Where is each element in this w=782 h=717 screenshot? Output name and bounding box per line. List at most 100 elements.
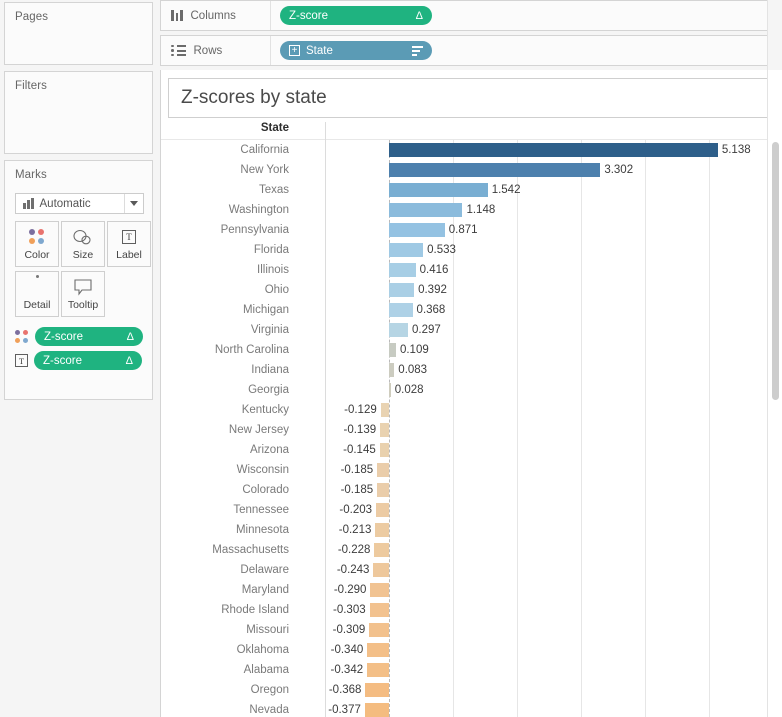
bar-row-label[interactable]: Ohio [161,280,289,300]
bar-row-label[interactable]: California [161,140,289,160]
bar-row-label[interactable]: Virginia [161,320,289,340]
bar-row[interactable]: California 5.138 [161,140,782,160]
bar-row[interactable]: Virginia 0.297 [161,320,782,340]
bar-row[interactable]: Minnesota -0.213 [161,520,782,540]
mark-type-dropdown[interactable]: Automatic [15,193,144,214]
bar-row-label[interactable]: Missouri [161,620,289,640]
bar-row[interactable]: Missouri -0.309 [161,620,782,640]
bar[interactable] [365,683,389,697]
bar[interactable] [389,323,408,337]
bar[interactable] [389,263,416,277]
bar-row[interactable]: Ohio 0.392 [161,280,782,300]
marks-pill-zscore-label[interactable]: Z-score Δ [34,351,142,370]
rows-pill-state[interactable]: + State [280,41,432,60]
bar-row-label[interactable]: Texas [161,180,289,200]
rows-pill-area[interactable]: + State [271,41,432,60]
columns-pill-area[interactable]: Z-score Δ [271,6,432,25]
plus-box-icon[interactable]: + [289,45,300,56]
bar[interactable] [389,303,413,317]
bar-row-label[interactable]: New York [161,160,289,180]
bar-row[interactable]: Michigan 0.368 [161,300,782,320]
bar-row[interactable]: Texas 1.542 [161,180,782,200]
bar[interactable] [379,443,389,457]
chevron-down-icon[interactable] [124,194,143,213]
columns-pill-zscore[interactable]: Z-score Δ [280,6,432,25]
bar[interactable] [389,183,488,197]
bar[interactable] [380,423,389,437]
bar-row[interactable]: New Jersey -0.139 [161,420,782,440]
bar[interactable] [389,283,415,297]
bar-row-label[interactable]: Oregon [161,680,289,700]
bar-row[interactable]: Georgia 0.028 [161,380,782,400]
bar-row[interactable]: New York 3.302 [161,160,782,180]
bar[interactable] [373,563,389,577]
bar-row-label[interactable]: Minnesota [161,520,289,540]
tooltip-button[interactable]: Tooltip [61,271,105,317]
bar-row[interactable]: Tennessee -0.203 [161,500,782,520]
bar-row[interactable]: Kentucky -0.129 [161,400,782,420]
filters-card[interactable]: Filters [4,71,153,154]
bar[interactable] [389,383,391,397]
bar-row-label[interactable]: Michigan [161,300,289,320]
pages-card[interactable]: Pages [4,2,153,65]
bar[interactable] [375,523,389,537]
bar[interactable] [380,403,389,417]
bar-row[interactable]: Florida 0.533 [161,240,782,260]
bar-row-label[interactable]: New Jersey [161,420,289,440]
color-button[interactable]: Color [15,221,59,267]
label-button[interactable]: T Label [107,221,151,267]
bar[interactable] [369,603,389,617]
bar-row-label[interactable]: Colorado [161,480,289,500]
bar[interactable] [367,643,389,657]
bar[interactable] [369,623,389,637]
bar-row-label[interactable]: North Carolina [161,340,289,360]
bar-row[interactable]: Delaware -0.243 [161,560,782,580]
detail-button[interactable]: Detail [15,271,59,317]
bar-row[interactable]: Rhode Island -0.303 [161,600,782,620]
bar-row-label[interactable]: Washington [161,200,289,220]
bar-row[interactable]: Massachusetts -0.228 [161,540,782,560]
bar-row[interactable]: Oklahoma -0.340 [161,640,782,660]
bar-row[interactable]: Washington 1.148 [161,200,782,220]
bar-row[interactable]: Pennsylvania 0.871 [161,220,782,240]
bar-row[interactable]: Oregon -0.368 [161,680,782,700]
bar-row-label[interactable]: Arizona [161,440,289,460]
bar[interactable] [370,583,389,597]
vertical-scrollbar-thumb[interactable] [772,142,779,400]
bar-row[interactable]: Illinois 0.416 [161,260,782,280]
bar-row-label[interactable]: Pennsylvania [161,220,289,240]
bar-row[interactable]: North Carolina 0.109 [161,340,782,360]
bar-row-label[interactable]: Maryland [161,580,289,600]
marks-pill-zscore-color[interactable]: Z-score Δ [35,327,143,346]
bar-row[interactable]: Indiana 0.083 [161,360,782,380]
bar-row[interactable]: Arizona -0.145 [161,440,782,460]
bar[interactable] [389,343,396,357]
bar-row-label[interactable]: Tennessee [161,500,289,520]
size-button[interactable]: Size [61,221,105,267]
bar[interactable] [389,243,424,257]
bar[interactable] [377,483,389,497]
bar-row-label[interactable]: Massachusetts [161,540,289,560]
bar[interactable] [364,703,389,717]
bar-row-label[interactable]: Florida [161,240,289,260]
bar-row[interactable]: Wisconsin -0.185 [161,460,782,480]
bar[interactable] [377,463,389,477]
bar-row[interactable]: Alabama -0.342 [161,660,782,680]
bar-row-label[interactable]: Oklahoma [161,640,289,660]
bar[interactable] [374,543,389,557]
bar[interactable] [376,503,389,517]
vertical-scrollbar[interactable] [767,70,782,717]
bar[interactable] [389,363,395,377]
bar-row[interactable]: Maryland -0.290 [161,580,782,600]
bar[interactable] [389,143,718,157]
bar[interactable] [389,223,445,237]
bar-row-label[interactable]: Kentucky [161,400,289,420]
bar[interactable] [389,163,601,177]
columns-shelf[interactable]: Columns Z-score Δ [160,0,782,31]
bar[interactable] [367,663,389,677]
bar-row-label[interactable]: Illinois [161,260,289,280]
bar-row[interactable]: Colorado -0.185 [161,480,782,500]
bar-row-label[interactable]: Delaware [161,560,289,580]
bar-row-label[interactable]: Georgia [161,380,289,400]
bar-row-label[interactable]: Indiana [161,360,289,380]
